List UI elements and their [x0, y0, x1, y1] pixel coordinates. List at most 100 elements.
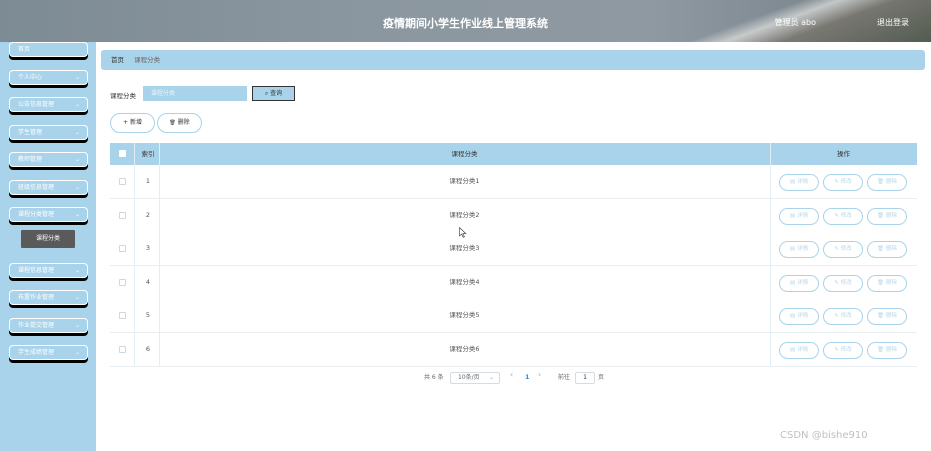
page-size-value: 10条/页 — [458, 374, 480, 381]
pencil-icon: ✎ — [834, 313, 839, 319]
col-divider — [159, 143, 160, 366]
sidebar-item-label: 作业提交管理 — [18, 322, 55, 329]
logout-link[interactable]: 退出登录 — [877, 17, 909, 28]
course-category-table: 索引 课程分类 操作 1 课程分类1 ▤ 详情 ✎ 修改 🗑 删除 2 课程分类2 ▤ 详情 ✎ 修改 🗑 删… — [110, 143, 917, 367]
page-size-select[interactable]: 10条/页 ⌄ — [450, 372, 500, 384]
trash-icon: 🗑 — [877, 179, 884, 185]
current-page-number[interactable]: 1 — [525, 373, 530, 381]
chevron-down-icon: ⌄ — [74, 101, 80, 108]
table-row: 4 课程分类4 ▤ 详情 ✎ 修改 🗑 删除 — [110, 265, 917, 300]
document-icon: ▤ — [789, 212, 796, 219]
delete-button[interactable]: 🗑 删除 — [867, 308, 907, 325]
sidebar-item-label: 学生成绩管理 — [18, 349, 55, 356]
document-icon: ▤ — [789, 279, 796, 286]
delete-button[interactable]: 🗑 删除 — [867, 341, 907, 359]
sidebar-item[interactable]: 课程分类管理 ⌄ — [9, 207, 88, 222]
pencil-icon: ✎ — [834, 246, 839, 252]
row-checkbox[interactable] — [119, 178, 126, 185]
cell-index: 4 — [145, 277, 151, 286]
detail-button[interactable]: ▤ 详情 — [779, 241, 819, 258]
breadcrumb: 首页 课程分类 — [101, 50, 925, 70]
sidebar-item[interactable]: 布置作业管理 ⌄ — [9, 290, 88, 305]
delete-button[interactable]: 🗑 删除 — [867, 241, 907, 258]
table-row: 5 课程分类5 ▤ 详情 ✎ 修改 🗑 删除 — [110, 299, 917, 333]
next-page-button[interactable]: › — [538, 370, 541, 379]
delete-button[interactable]: 🗑 删除 — [867, 274, 907, 292]
sidebar-item[interactable]: 作业提交管理 ⌄ — [9, 318, 88, 333]
sidebar-item-label: 教师管理 — [18, 156, 43, 163]
sidebar-item[interactable]: 班级信息管理 ⌄ — [9, 180, 88, 195]
edit-button-label: 修改 — [840, 279, 852, 286]
sidebar-item[interactable]: 个人中心 ⌄ — [9, 70, 88, 85]
edit-button[interactable]: ✎ 修改 — [823, 308, 863, 325]
chevron-down-icon: ⌄ — [74, 129, 80, 136]
page-unit-label: 页 — [598, 374, 605, 381]
chevron-down-icon: ⌄ — [74, 156, 80, 163]
sidebar-item[interactable]: 首页 — [9, 42, 88, 57]
query-button-label: 查询 — [270, 90, 283, 97]
watermark: CSDN @bishe910 — [780, 430, 868, 441]
chevron-down-icon: ⌄ — [74, 184, 80, 191]
detail-button-label: 详情 — [797, 212, 809, 219]
goto-page-input[interactable]: 1 — [575, 372, 595, 384]
add-button-label: 新增 — [129, 119, 142, 126]
trash-icon: 🗑 — [169, 120, 176, 126]
search-label: 课程分类 — [110, 92, 136, 100]
detail-button-label: 详情 — [797, 346, 809, 353]
header-index: 索引 — [141, 150, 155, 158]
cell-index: 2 — [145, 210, 151, 219]
document-icon: ▤ — [789, 346, 796, 353]
sidebar-subitem-course-category[interactable]: 课程分类 — [21, 230, 75, 248]
sidebar-item-label: 布置作业管理 — [18, 294, 55, 301]
detail-button[interactable]: ▤ 详情 — [779, 341, 819, 359]
row-checkbox[interactable] — [119, 312, 126, 319]
row-checkbox[interactable] — [119, 278, 126, 286]
cell-category: 课程分类5 — [449, 311, 480, 319]
select-all-checkbox[interactable] — [119, 150, 126, 157]
sidebar-item[interactable]: 公告信息管理 ⌄ — [9, 97, 88, 112]
trash-icon: 🗑 — [877, 313, 884, 319]
add-button[interactable]: + 新增 — [110, 113, 155, 133]
edit-button[interactable]: ✎ 修改 — [823, 207, 863, 225]
sidebar-item[interactable]: 教师管理 ⌄ — [9, 152, 88, 167]
detail-button[interactable]: ▤ 详情 — [779, 174, 819, 191]
detail-button[interactable]: ▤ 详情 — [779, 207, 819, 225]
delete-button-label: 删除 — [885, 346, 897, 353]
delete-button-label: 删除 — [885, 212, 897, 219]
bulk-delete-button[interactable]: 🗑 删除 — [157, 113, 202, 133]
row-checkbox[interactable] — [119, 211, 126, 219]
row-checkbox[interactable] — [119, 245, 126, 252]
top-header: 疫情期间小学生作业线上管理系统 管理员 abo 退出登录 — [0, 0, 931, 42]
edit-button[interactable]: ✎ 修改 — [823, 174, 863, 191]
edit-button[interactable]: ✎ 修改 — [823, 274, 863, 292]
detail-button-label: 详情 — [797, 279, 809, 286]
search-input[interactable] — [143, 86, 247, 101]
breadcrumb-home[interactable]: 首页 — [111, 56, 124, 64]
row-checkbox[interactable] — [119, 345, 126, 353]
plus-icon: + — [123, 119, 129, 126]
edit-button[interactable]: ✎ 修改 — [823, 241, 863, 258]
col-divider — [134, 143, 135, 366]
edit-button[interactable]: ✎ 修改 — [823, 341, 863, 359]
detail-button[interactable]: ▤ 详情 — [779, 308, 819, 325]
sidebar-item[interactable]: 课程信息管理 ⌄ — [9, 263, 88, 278]
search-icon: ⌕ — [264, 90, 269, 97]
header-ops: 操作 — [837, 150, 850, 158]
delete-button[interactable]: 🗑 删除 — [867, 174, 907, 191]
delete-button[interactable]: 🗑 删除 — [867, 207, 907, 225]
detail-button[interactable]: ▤ 详情 — [779, 274, 819, 292]
delete-button-label: 删除 — [885, 313, 897, 319]
sidebar-item-label: 课程信息管理 — [18, 267, 55, 274]
prev-page-button[interactable]: ‹ — [510, 370, 513, 379]
cell-category: 课程分类1 — [449, 177, 480, 185]
delete-button-label: 删除 — [177, 119, 190, 126]
detail-button-label: 详情 — [797, 179, 809, 185]
detail-button-label: 详情 — [797, 313, 809, 319]
goto-label: 前往 — [558, 374, 571, 381]
trash-icon: 🗑 — [877, 279, 884, 286]
query-button[interactable]: ⌕ 查询 — [252, 86, 295, 101]
sidebar-item[interactable]: 学生管理 ⌄ — [9, 125, 88, 140]
chevron-down-icon: ⌄ — [488, 374, 494, 381]
sidebar-item[interactable]: 学生成绩管理 ⌄ — [9, 345, 88, 360]
pencil-icon: ✎ — [834, 279, 839, 286]
